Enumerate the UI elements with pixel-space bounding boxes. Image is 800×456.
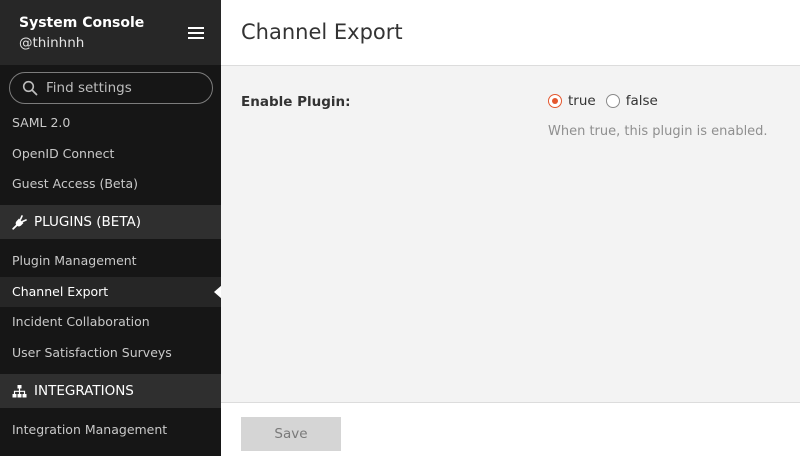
search-box [9,72,213,104]
page-title: Channel Export [241,20,403,44]
radio-true[interactable]: true [548,93,596,109]
sidebar-item-plugin-management[interactable]: Plugin Management [0,246,221,276]
page-header: Channel Export [221,0,800,66]
sidebar-item-openid-connect[interactable]: OpenID Connect [0,139,221,169]
enable-plugin-label: Enable Plugin: [241,94,351,110]
sidebar-item-user-satisfaction-surveys[interactable]: User Satisfaction Surveys [0,338,221,368]
sidebar-item-guest-access[interactable]: Guest Access (Beta) [0,169,221,199]
sitemap-icon [12,385,27,398]
radio-true-label: true [568,93,596,109]
main-panel: Channel Export Enable Plugin: true false… [221,0,800,456]
radio-true-circle[interactable] [548,94,562,108]
radio-false-label: false [625,93,658,109]
plug-icon [12,215,27,230]
section-integrations-label: INTEGRATIONS [34,383,134,399]
section-integrations: INTEGRATIONS [0,374,221,408]
radio-false-circle[interactable] [605,94,620,108]
settings-content: Enable Plugin: true false When true, thi… [221,66,800,402]
section-plugins: PLUGINS (BETA) [0,205,221,239]
sidebar-item-integration-management[interactable]: Integration Management [0,415,221,445]
radio-false[interactable]: false [605,93,658,109]
enable-plugin-radio-group: true false [548,93,668,109]
sidebar-item-channel-export[interactable]: Channel Export [0,277,221,307]
sidebar: System Console @thinhnh SAML 2.0 OpenID … [0,0,221,456]
search-input[interactable] [46,77,206,99]
sidebar-item-saml[interactable]: SAML 2.0 [0,108,221,138]
help-text: When true, this plugin is enabled. [548,124,768,139]
section-plugins-label: PLUGINS (BETA) [34,214,142,230]
save-button[interactable]: Save [241,417,341,451]
hamburger-menu-icon[interactable] [188,27,204,39]
sidebar-header: System Console @thinhnh [0,0,221,65]
search-icon [22,80,38,96]
sidebar-item-label: Channel Export [12,284,109,299]
sidebar-item-incident-collaboration[interactable]: Incident Collaboration [0,307,221,337]
save-footer: Save [221,402,800,456]
active-indicator [214,285,221,299]
